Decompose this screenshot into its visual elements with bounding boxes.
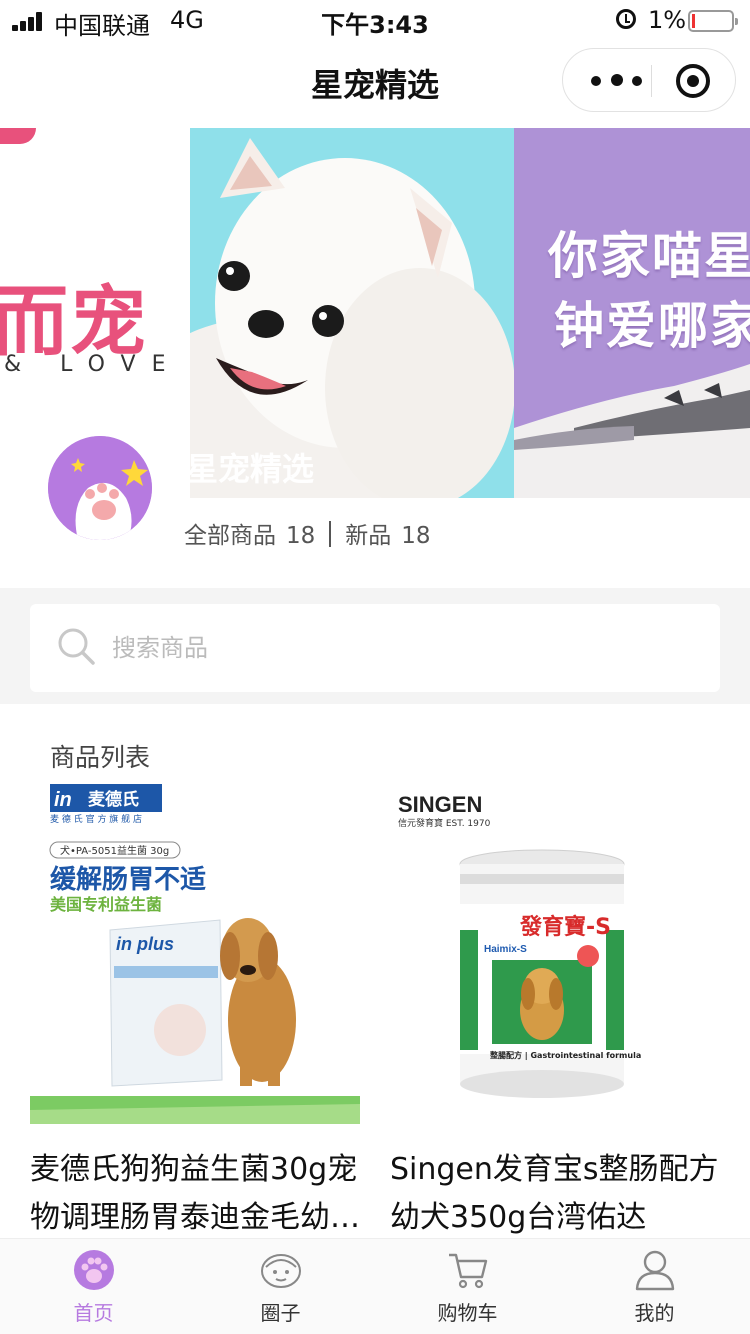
banner-corner-decoration xyxy=(0,128,36,144)
tab-cart-label: 购物车 xyxy=(437,1301,498,1325)
tab-home[interactable]: 首页 xyxy=(0,1239,187,1334)
mini-program-page: 中国联通 4G 下午3:43 1% 星宠精选 而宠 & LOVE 你家喵星 钟爱… xyxy=(0,0,750,1334)
search-section xyxy=(0,588,750,704)
probiotic-brand-sub: 麦 德 氏 官 方 旗 舰 店 xyxy=(50,813,142,825)
status-bar: 中国联通 4G 下午3:43 1% xyxy=(0,0,750,40)
banner-slide-dog[interactable] xyxy=(190,128,514,498)
community-icon xyxy=(261,1254,301,1288)
product-name[interactable]: Singen发育宝s整肠配方幼犬350g台湾佑达 xyxy=(390,1146,720,1242)
tab-profile-label: 我的 xyxy=(634,1301,675,1325)
probiotic-box-brand: in plus xyxy=(116,934,174,954)
more-options-icon[interactable] xyxy=(585,49,651,111)
banner-right-line1: 你家喵星 xyxy=(548,227,750,285)
alarm-icon xyxy=(616,9,636,29)
shop-stats: 全部商品 18 新品 18 xyxy=(184,516,431,550)
close-program-icon[interactable] xyxy=(676,64,710,98)
tab-circle-label: 圈子 xyxy=(260,1301,301,1325)
navigation-bar: 星宠精选 xyxy=(0,40,750,128)
product-card[interactable]: in 麦德氏 麦 德 氏 官 方 旗 舰 店 犬•PA-5051益生菌 30g … xyxy=(30,780,360,1235)
singen-brand-sub: 信元發育寶 EST. 1970 xyxy=(398,817,491,829)
user-icon xyxy=(635,1250,675,1291)
tab-cart[interactable]: 购物车 xyxy=(374,1239,561,1334)
product-name[interactable]: 麦德氏狗狗益生菌30g宠物调理肠胃泰迪金毛幼犬腹泻 xyxy=(30,1146,360,1242)
product-image[interactable]: SINGEN 信元發育寶 EST. 1970 發育寶-S Haimix-S 整腸… xyxy=(390,780,720,1124)
paw-icon xyxy=(74,1250,114,1290)
all-products-label[interactable]: 全部商品 xyxy=(184,523,276,549)
probiotic-headline: 缓解肠胃不适 xyxy=(50,864,206,895)
battery-percent: 1% xyxy=(648,6,687,34)
singen-brand: SINGEN xyxy=(398,792,482,817)
all-products-count: 18 xyxy=(286,523,316,549)
banner-left-subline: & LOVE xyxy=(4,352,182,377)
new-products-label[interactable]: 新品 xyxy=(345,523,391,549)
new-products-count: 18 xyxy=(401,523,431,549)
banner-slide-cat[interactable]: 你家喵星 钟爱哪家 xyxy=(514,128,750,498)
search-icon xyxy=(58,628,95,665)
banner-right-line2: 钟爱哪家 xyxy=(554,297,750,355)
pomeranian-photo xyxy=(190,128,514,498)
capsule-divider xyxy=(651,65,652,97)
shop-name: 星宠精选 xyxy=(186,450,315,488)
product-image[interactable]: in 麦德氏 麦 德 氏 官 方 旗 舰 店 犬•PA-5051益生菌 30g … xyxy=(30,780,360,1124)
search-input[interactable] xyxy=(112,626,692,670)
tab-profile[interactable]: 我的 xyxy=(561,1239,748,1334)
product-card[interactable]: SINGEN 信元發育寶 EST. 1970 發育寶-S Haimix-S 整腸… xyxy=(390,780,720,1235)
singen-can-sub: Haimix-S xyxy=(484,944,527,955)
shop-avatar xyxy=(44,432,156,544)
tab-home-label: 首页 xyxy=(73,1301,114,1325)
svg-text:in: in xyxy=(54,789,72,811)
mini-program-capsule xyxy=(562,48,736,112)
product-list-title: 商品列表 xyxy=(50,743,151,772)
probiotic-product-photo: in 麦德氏 麦 德 氏 官 方 旗 舰 店 犬•PA-5051益生菌 30g … xyxy=(30,780,360,1124)
shopping-cart-icon xyxy=(449,1253,488,1289)
singen-can-formula: 整腸配方 | Gastrointestinal formula xyxy=(489,1050,641,1060)
paw-logo-icon xyxy=(48,436,152,540)
singen-can-title: 發育寶-S xyxy=(519,914,611,940)
probiotic-brand: 麦德氏 xyxy=(88,789,139,810)
probiotic-tag: 犬•PA-5051益生菌 30g xyxy=(60,844,169,857)
stats-divider xyxy=(329,521,332,547)
bottom-tab-bar: 首页 圈子 购物车 我的 xyxy=(0,1238,750,1334)
battery-icon xyxy=(688,10,738,32)
probiotic-subline: 美国专利益生菌 xyxy=(50,895,162,914)
clock: 下午3:43 xyxy=(321,11,429,39)
search-bar[interactable] xyxy=(30,604,720,692)
tab-circle[interactable]: 圈子 xyxy=(187,1239,374,1334)
singen-product-photo: SINGEN 信元發育寶 EST. 1970 發育寶-S Haimix-S 整腸… xyxy=(390,780,720,1124)
